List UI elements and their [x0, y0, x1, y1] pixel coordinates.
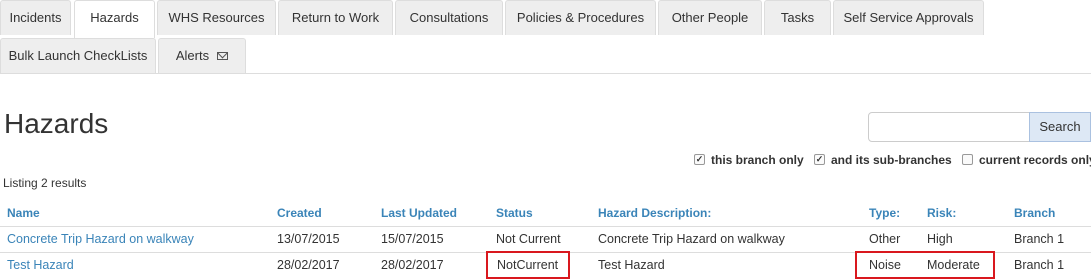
tab-label: Hazards: [90, 10, 139, 25]
branch-cell: Branch 1: [1014, 258, 1065, 272]
col-header-status[interactable]: Status: [496, 206, 533, 220]
tab-policies-procedures[interactable]: Policies & Procedures: [505, 0, 656, 35]
status-highlight-box: [486, 251, 570, 279]
filter-label: current records only: [979, 153, 1091, 167]
risk-cell: High: [927, 232, 953, 246]
tab-label: Other People: [671, 10, 749, 25]
tab-label: Policies & Procedures: [516, 10, 645, 25]
description-cell: Concrete Trip Hazard on walkway: [598, 232, 785, 246]
tab-label: Return to Work: [291, 10, 380, 25]
tab-tasks[interactable]: Tasks: [764, 0, 831, 35]
description-cell: Test Hazard: [598, 258, 665, 272]
created-cell: 13/07/2015: [277, 232, 340, 246]
tab-label: Bulk Launch CheckLists: [8, 48, 148, 63]
current-records-checkbox[interactable]: [962, 154, 973, 166]
created-cell: 28/02/2017: [277, 258, 340, 272]
tab-label: Consultations: [409, 10, 489, 25]
tab-alerts[interactable]: Alerts: [158, 38, 246, 73]
tab-incidents[interactable]: Incidents: [0, 0, 71, 35]
filter-label: and its sub-branches: [831, 153, 952, 167]
tab-other-people[interactable]: Other People: [658, 0, 762, 35]
tab-bar: Incidents Hazards WHS Resources Return t…: [0, 0, 1091, 74]
tab-bulk-launch-checklists[interactable]: Bulk Launch CheckLists: [0, 38, 156, 73]
col-header-created[interactable]: Created: [277, 206, 322, 220]
header-divider: [0, 226, 1091, 227]
tab-return-to-work[interactable]: Return to Work: [278, 0, 393, 35]
search-input[interactable]: [868, 112, 1030, 142]
filter-label: this branch only: [711, 153, 804, 167]
status-cell: Not Current: [496, 232, 561, 246]
filter-sub-branches[interactable]: ✓ and its sub-branches: [814, 153, 952, 167]
sub-branches-checkbox[interactable]: ✓: [814, 154, 825, 166]
col-header-hazard-description[interactable]: Hazard Description:: [598, 206, 711, 220]
tab-label: Self Service Approvals: [843, 10, 974, 25]
hazard-name-link[interactable]: Test Hazard: [7, 258, 74, 272]
col-header-risk[interactable]: Risk:: [927, 206, 956, 220]
branch-cell: Branch 1: [1014, 232, 1065, 246]
tab-consultations[interactable]: Consultations: [395, 0, 503, 35]
tab-label: Alerts: [175, 48, 210, 63]
type-risk-highlight-box: [855, 251, 995, 279]
tab-self-service-approvals[interactable]: Self Service Approvals: [833, 0, 984, 35]
tab-divider: [0, 73, 1091, 74]
tab-label: Incidents: [9, 10, 62, 25]
last-updated-cell: 28/02/2017: [381, 258, 444, 272]
tab-label: WHS Resources: [168, 10, 265, 25]
tab-whs-resources[interactable]: WHS Resources: [157, 0, 276, 35]
filter-options: ✓ this branch only ✓ and its sub-branches …: [690, 153, 1091, 169]
col-header-last-updated[interactable]: Last Updated: [381, 206, 457, 220]
search-button[interactable]: Search: [1029, 112, 1091, 142]
col-header-name[interactable]: Name: [7, 206, 40, 220]
tab-label: Tasks: [780, 10, 815, 25]
col-header-branch[interactable]: Branch: [1014, 206, 1055, 220]
page-title: Hazards: [4, 108, 109, 139]
hazard-name-link[interactable]: Concrete Trip Hazard on walkway: [7, 232, 194, 246]
filter-this-branch[interactable]: ✓ this branch only: [694, 153, 804, 167]
last-updated-cell: 15/07/2015: [381, 232, 444, 246]
result-count: Listing 2 results: [3, 176, 87, 190]
this-branch-checkbox[interactable]: ✓: [694, 154, 705, 166]
envelope-icon: [217, 51, 229, 60]
tab-hazards[interactable]: Hazards: [74, 0, 155, 38]
filter-current-records[interactable]: current records only: [962, 153, 1091, 167]
type-cell: Other: [869, 232, 901, 246]
col-header-type[interactable]: Type:: [869, 206, 900, 220]
